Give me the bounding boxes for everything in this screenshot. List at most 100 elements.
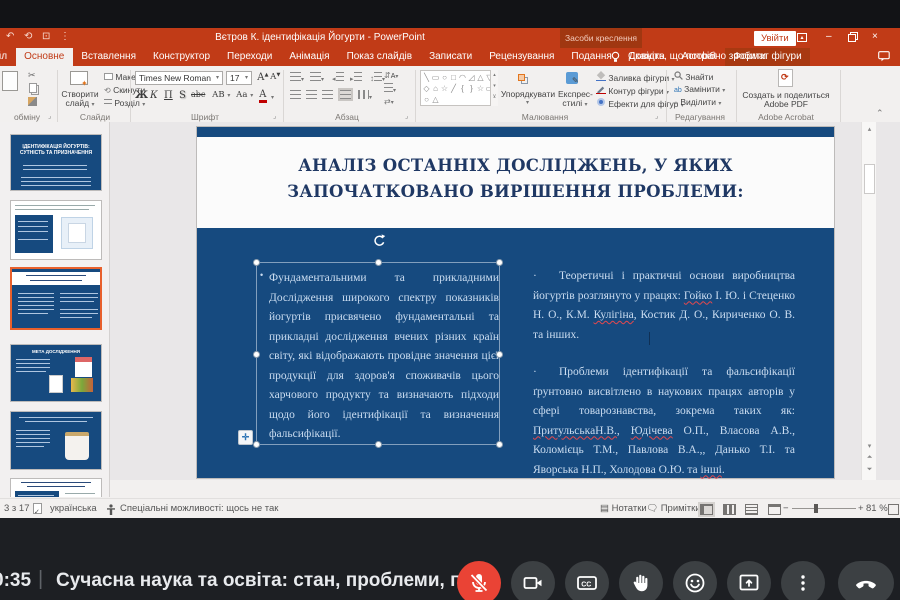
slide-thumbnail-2[interactable]	[10, 200, 102, 260]
slideshow-view-button[interactable]	[768, 504, 781, 515]
left-column-text[interactable]: Фундаментальними та прикладними Дослідже…	[269, 269, 499, 445]
resize-handle-n[interactable]	[375, 259, 382, 266]
resize-handle-e[interactable]	[496, 351, 503, 358]
scrollbar-thumb[interactable]	[864, 164, 875, 194]
tab-переходи[interactable]: Переходи	[219, 48, 281, 66]
customize-quick-access-icon[interactable]: ⋮	[60, 31, 70, 42]
normal-view-button[interactable]	[700, 504, 713, 515]
drawing-dialog-launcher[interactable]: ⌟	[655, 112, 658, 120]
slide-thumbnail-3[interactable]	[10, 267, 102, 330]
resize-handle-nw[interactable]	[253, 259, 260, 266]
align-left-button[interactable]	[290, 90, 301, 101]
shrink-font-button[interactable]: А▼	[270, 72, 280, 82]
tab-записати[interactable]: Записати	[421, 48, 481, 66]
grow-font-button[interactable]: А▲	[257, 72, 268, 83]
change-case-button[interactable]: Аа ▾	[236, 90, 253, 100]
convert-smartart-button[interactable]: ⇄▾	[384, 96, 394, 106]
text-shadow-button[interactable]: S	[179, 90, 186, 101]
tab-анімація[interactable]: Анімація	[281, 48, 338, 66]
shape-fill-button[interactable]: Заливка фігури ▾	[596, 71, 674, 83]
fit-to-window-icon[interactable]	[888, 504, 899, 515]
zoom-level[interactable]: 81 %	[866, 503, 888, 514]
spellcheck-icon[interactable]: ✓	[33, 503, 48, 517]
selected-text-box[interactable]: • Фундаментальними та прикладними Дослід…	[256, 262, 500, 445]
present-screen-button[interactable]	[727, 561, 771, 600]
font-name-combo[interactable]: Times New Roman ▾	[135, 71, 223, 85]
reactions-button[interactable]	[673, 561, 717, 600]
text-direction-button[interactable]: ⇵А▾	[384, 70, 398, 80]
font-color-button[interactable]: А	[259, 89, 267, 103]
copy-icon[interactable]	[29, 83, 37, 93]
rotate-handle[interactable]	[373, 234, 386, 247]
select-button[interactable]: ⌖ Виділити ▾	[674, 97, 721, 108]
shape-gallery-scrollbar[interactable]: ▴▾⊻	[490, 70, 498, 106]
replace-button[interactable]: ab Замінити ▾	[674, 84, 725, 94]
justify-button[interactable]	[340, 90, 351, 101]
align-text-button[interactable]: ▾	[384, 83, 396, 94]
underline-button[interactable]: П	[164, 90, 173, 101]
find-button[interactable]: Знайти	[674, 71, 713, 82]
scroll-up-icon[interactable]: ▴	[863, 125, 876, 133]
font-color-dropdown[interactable]: ▾	[271, 94, 274, 101]
sign-in-button[interactable]: Увійти	[754, 31, 796, 46]
italic-button[interactable]: К	[150, 90, 158, 101]
redo-icon[interactable]: ⟲	[24, 31, 32, 42]
camera-button[interactable]	[511, 561, 555, 600]
collapse-ribbon-icon[interactable]: ⌃	[876, 108, 884, 119]
accessibility-status[interactable]: Спеціальні можливості: щось не так	[120, 503, 278, 514]
tab-файл[interactable]: Файл	[0, 48, 16, 66]
notes-toggle[interactable]: ▤ Нотатки	[600, 503, 647, 514]
mic-off-button[interactable]	[457, 561, 501, 600]
current-slide[interactable]: АНАЛІЗ ОСТАННІХ ДОСЛІДЖЕНЬ, У ЯКИХ ЗАПОЧ…	[197, 127, 834, 478]
resize-handle-w[interactable]	[253, 351, 260, 358]
captions-button[interactable]: CC	[565, 561, 609, 600]
vertical-scrollbar[interactable]: ▴ ▾ ⏶ ⏷	[861, 122, 876, 480]
reading-view-button[interactable]	[745, 504, 758, 515]
format-painter-icon[interactable]	[28, 97, 37, 106]
language-status[interactable]: українська	[50, 503, 97, 514]
slide-title-placeholder[interactable]: АНАЛІЗ ОСТАННІХ ДОСЛІДЖЕНЬ, У ЯКИХ ЗАПОЧ…	[197, 137, 834, 228]
bold-button[interactable]: Ж	[135, 90, 148, 101]
tab-конструктор[interactable]: Конструктор	[145, 48, 219, 66]
restore-icon[interactable]	[848, 34, 856, 42]
share-comment-icon[interactable]	[878, 51, 890, 62]
slide-thumbnail-5[interactable]	[10, 411, 102, 470]
tab-вставлення[interactable]: Вставлення	[73, 48, 145, 66]
font-size-combo[interactable]: 17 ▾	[226, 71, 252, 85]
ribbon-display-options-icon[interactable]: ▴	[797, 33, 807, 42]
resize-handle-ne[interactable]	[496, 259, 503, 266]
align-right-button[interactable]	[322, 90, 333, 101]
character-spacing-button[interactable]: АВ ▾	[212, 90, 230, 100]
strikethrough-button[interactable]: abc	[191, 90, 205, 99]
resize-handle-s[interactable]	[375, 441, 382, 448]
resize-handle-se[interactable]	[496, 441, 503, 448]
tab-рецензування[interactable]: Рецензування	[481, 48, 563, 66]
zoom-out-button[interactable]: −	[783, 503, 789, 514]
shape-effects-button[interactable]: Ефекти для фігур ▾	[596, 97, 684, 109]
tab-показ-слайдів[interactable]: Показ слайдів	[338, 48, 421, 66]
comments-toggle[interactable]: 🗨 Примітки	[646, 503, 701, 514]
zoom-slider[interactable]	[792, 508, 856, 509]
cut-icon[interactable]: ✂	[28, 70, 36, 81]
slide-thumbnail-6[interactable]	[10, 478, 102, 497]
zoom-in-button[interactable]: +	[858, 503, 864, 514]
autofit-options-button[interactable]: ✛	[238, 430, 253, 445]
next-slide-icon[interactable]: ⏷	[863, 466, 876, 474]
align-center-button[interactable]	[306, 90, 317, 101]
slide-sorter-view-button[interactable]	[723, 504, 736, 515]
increase-indent-button[interactable]: ▸	[350, 72, 362, 83]
decrease-indent-button[interactable]: ◂	[332, 72, 344, 83]
bullets-button[interactable]: ▾	[290, 72, 304, 83]
end-call-button[interactable]	[838, 561, 894, 600]
more-options-button[interactable]	[781, 561, 825, 600]
close-icon[interactable]: ×	[872, 31, 878, 42]
line-spacing-button[interactable]: ↕▾	[370, 72, 385, 83]
numbering-button[interactable]: ▾	[310, 72, 324, 83]
clipboard-dialog-launcher[interactable]: ⌟	[48, 112, 51, 120]
zoom-slider-thumb[interactable]	[814, 504, 818, 513]
paste-button[interactable]	[2, 71, 18, 91]
undo-icon[interactable]: ↶	[6, 31, 14, 42]
resize-handle-sw[interactable]	[253, 441, 260, 448]
right-column-text[interactable]: ·Теоретичні і практичні основи виробницт…	[533, 267, 795, 480]
shape-gallery[interactable]: ╲▭○□◠◿△▽◇⌂☆╱{}☆▭○△	[420, 70, 498, 106]
